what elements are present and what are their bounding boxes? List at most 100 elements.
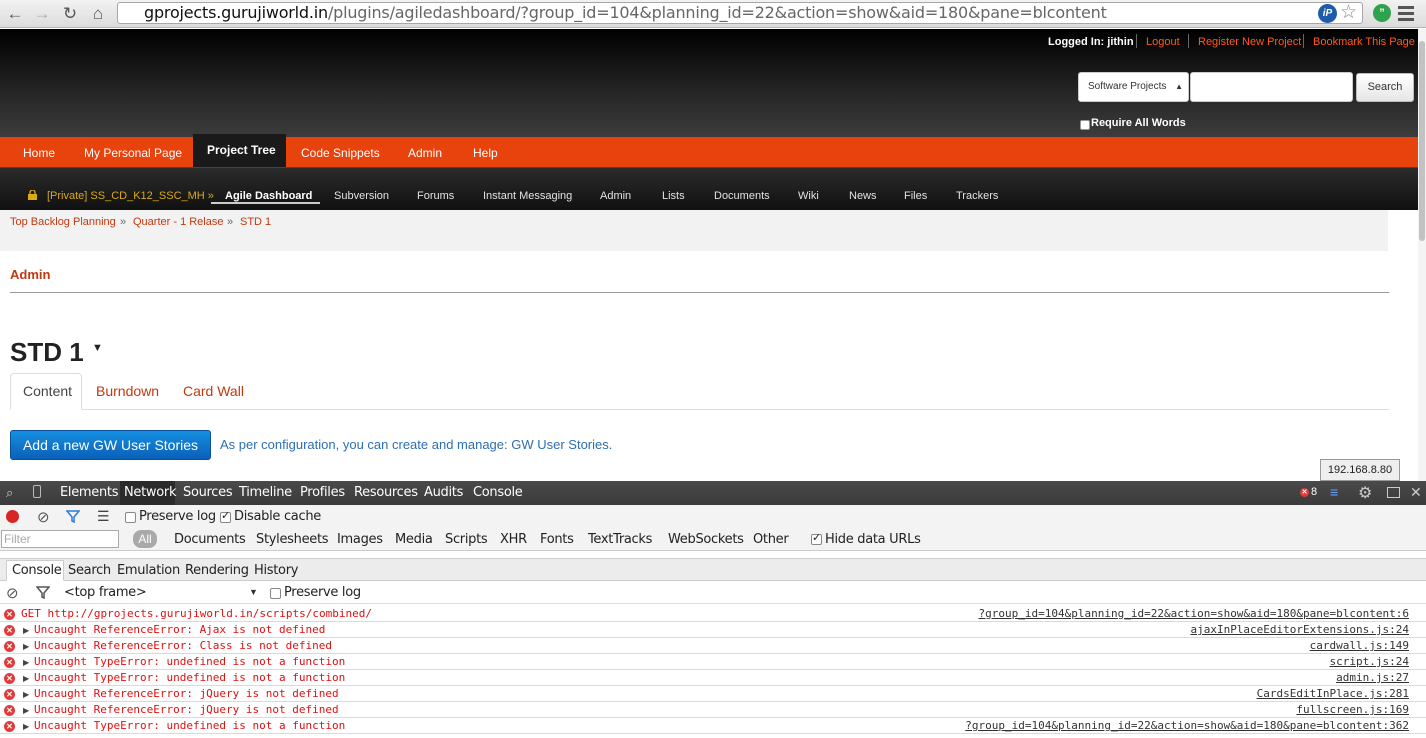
browser-menu-icon[interactable]: [1398, 6, 1414, 24]
breadcrumb-quarter[interactable]: Quarter - 1 Relase: [133, 216, 223, 228]
filter-type[interactable]: Other: [753, 532, 789, 547]
expand-triangle-icon[interactable]: ▶: [23, 658, 29, 667]
console-log-source-link[interactable]: fullscreen.js:169: [1296, 703, 1409, 716]
console-log-source-link[interactable]: ?group_id=104&planning_id=22&action=show…: [965, 719, 1409, 732]
subnav-item[interactable]: Documents: [714, 190, 770, 202]
home-icon[interactable]: ⌂: [88, 4, 108, 24]
devtools-tab-profiles[interactable]: Profiles: [300, 485, 345, 500]
console-log-source-link[interactable]: admin.js:27: [1336, 671, 1409, 684]
console-clear-icon[interactable]: ⊘: [6, 584, 19, 602]
drawer-tab-history[interactable]: History: [254, 563, 298, 578]
agile-dashboard-label[interactable]: Agile Dashboard: [225, 190, 312, 202]
project-name-link[interactable]: [Private] SS_CD_K12_SSC_MH »: [47, 190, 214, 202]
nav-help[interactable]: Help: [473, 146, 498, 160]
scrollbar-thumb[interactable]: [1419, 41, 1425, 241]
large-rows-icon[interactable]: ☰: [97, 508, 110, 525]
frame-select-arrow-icon[interactable]: ▼: [249, 587, 258, 597]
console-preserve-log-checkbox[interactable]: [270, 588, 281, 599]
drawer-tab-search[interactable]: Search: [68, 563, 111, 578]
search-button[interactable]: Search: [1356, 73, 1414, 102]
filter-type[interactable]: Images: [337, 532, 383, 547]
filter-type[interactable]: Documents: [174, 532, 246, 547]
drawer-tab-rendering[interactable]: Rendering: [185, 563, 249, 578]
bookmark-page-link[interactable]: Bookmark This Page: [1313, 36, 1415, 48]
subnav-item[interactable]: Files: [904, 190, 927, 202]
drawer-tab-console[interactable]: Console: [12, 563, 62, 578]
devtools-tab-console[interactable]: Console: [473, 485, 523, 500]
filter-type[interactable]: WebSockets: [668, 532, 744, 547]
devtools-tab-timeline[interactable]: Timeline: [239, 485, 292, 500]
subnav-item[interactable]: Lists: [662, 190, 685, 202]
console-log-row[interactable]: ✕ ▶ Uncaught ReferenceError: Class is not …: [0, 638, 1426, 654]
dock-icon[interactable]: [1387, 487, 1400, 498]
console-log-source-link[interactable]: CardsEditInPlace.js:281: [1257, 687, 1409, 700]
filter-type[interactable]: Media: [395, 532, 433, 547]
nav-code-snippets[interactable]: Code Snippets: [301, 146, 380, 160]
expand-triangle-icon[interactable]: ▶: [23, 626, 29, 635]
filter-type[interactable]: XHR: [500, 532, 527, 547]
devtools-tab-resources[interactable]: Resources: [354, 485, 418, 500]
filter-funnel-icon[interactable]: [66, 510, 80, 523]
drawer-tab-emulation[interactable]: Emulation: [117, 563, 180, 578]
settings-gear-icon[interactable]: ⚙: [1358, 483, 1372, 503]
expand-triangle-icon[interactable]: ▶: [23, 722, 29, 731]
require-all-words-checkbox[interactable]: [1080, 120, 1090, 130]
reload-icon[interactable]: ↻: [60, 4, 80, 24]
devtools-tab-network[interactable]: Network: [124, 485, 176, 500]
inspect-search-icon[interactable]: ⌕: [6, 485, 13, 501]
filter-type[interactable]: Fonts: [540, 532, 574, 547]
error-count-icon[interactable]: ✕: [1300, 488, 1309, 497]
nav-admin[interactable]: Admin: [408, 146, 442, 160]
console-log-source-link[interactable]: cardwall.js:149: [1310, 639, 1409, 652]
search-scope-select[interactable]: Software Projects ▲ ▼: [1078, 72, 1189, 119]
console-log-row[interactable]: ✕ ▶ Uncaught TypeError: undefined is not a…: [0, 670, 1426, 686]
console-log-row[interactable]: ✕ GET http://gprojects.gurujiworld.in/scr…: [0, 606, 1426, 622]
nav-home[interactable]: Home: [23, 146, 55, 160]
admin-link[interactable]: Admin: [10, 267, 50, 282]
disable-cache-checkbox[interactable]: [220, 509, 231, 523]
title-dropdown-caret-icon[interactable]: ▼: [92, 342, 103, 354]
hide-data-urls-checkbox[interactable]: [811, 531, 822, 545]
console-log-row[interactable]: ✕ ▶ Uncaught ReferenceError: Ajax is not d…: [0, 622, 1426, 638]
nav-project-tree[interactable]: Project Tree: [207, 143, 276, 157]
tab-burndown[interactable]: Burndown: [96, 383, 159, 399]
console-log-row[interactable]: ✕ ▶ Uncaught TypeError: undefined is not a…: [0, 718, 1426, 734]
console-filter-icon[interactable]: [36, 586, 50, 599]
frame-select[interactable]: <top frame>: [64, 585, 147, 600]
close-devtools-icon[interactable]: ✕: [1410, 484, 1422, 501]
bookmark-star-icon[interactable]: ☆: [1340, 2, 1357, 24]
tab-content-label[interactable]: Content: [23, 383, 72, 399]
console-drawer-icon[interactable]: ≡: [1330, 484, 1338, 500]
search-input[interactable]: [1190, 72, 1353, 102]
expand-triangle-icon[interactable]: ▶: [23, 674, 29, 683]
subnav-item[interactable]: Trackers: [956, 190, 998, 202]
clear-icon[interactable]: ⊘: [37, 508, 50, 526]
console-log-source-link[interactable]: ajaxInPlaceEditorExtensions.js:24: [1190, 623, 1409, 636]
subnav-item[interactable]: Instant Messaging: [483, 190, 572, 202]
console-log-row[interactable]: ✕ ▶ Uncaught TypeError: undefined is not a…: [0, 654, 1426, 670]
device-mode-icon[interactable]: [33, 485, 41, 498]
error-count[interactable]: 8: [1311, 486, 1317, 498]
subnav-item[interactable]: Forums: [417, 190, 454, 202]
devtools-tab-sources[interactable]: Sources: [183, 485, 233, 500]
add-user-story-button[interactable]: Add a new GW User Stories: [10, 430, 211, 460]
subnav-item[interactable]: News: [849, 190, 877, 202]
subnav-item[interactable]: Admin: [600, 190, 631, 202]
filter-all-button[interactable]: All: [133, 530, 157, 548]
nav-my-personal-page[interactable]: My Personal Page: [84, 146, 182, 160]
filter-type[interactable]: TextTracks: [588, 532, 652, 547]
console-log-row[interactable]: ✕ ▶ Uncaught ReferenceError: jQuery is not…: [0, 686, 1426, 702]
preserve-log-checkbox[interactable]: [125, 512, 136, 523]
logout-link[interactable]: Logout: [1146, 36, 1180, 48]
devtools-tab-audits[interactable]: Audits: [424, 485, 463, 500]
console-log-source-link[interactable]: script.js:24: [1330, 655, 1409, 668]
subnav-item[interactable]: Subversion: [334, 190, 389, 202]
record-icon[interactable]: [6, 510, 19, 523]
filter-type[interactable]: Scripts: [445, 532, 488, 547]
ip-extension-icon[interactable]: iP: [1318, 4, 1337, 23]
expand-triangle-icon[interactable]: ▶: [23, 642, 29, 651]
forward-icon[interactable]: →: [32, 4, 52, 24]
hangouts-extension-icon[interactable]: ”: [1373, 4, 1391, 22]
register-project-link[interactable]: Register New Project: [1198, 36, 1301, 48]
expand-triangle-icon[interactable]: ▶: [23, 706, 29, 715]
